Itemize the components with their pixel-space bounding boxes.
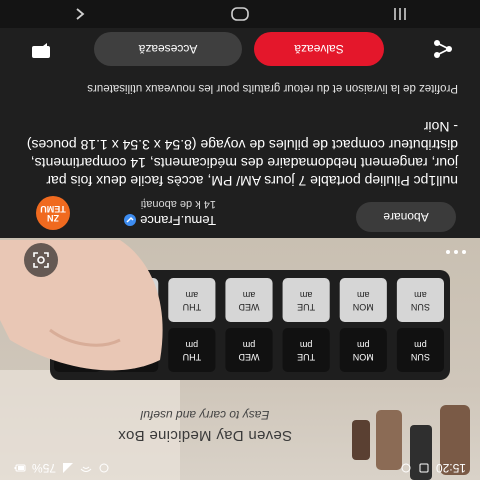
pill-compartment-pm	[225, 328, 273, 372]
clock: 15:20	[435, 461, 466, 475]
comment-icon[interactable]	[30, 40, 52, 62]
recents-button[interactable]	[388, 4, 412, 24]
pill-time-label: am	[414, 290, 427, 300]
alarm-icon	[99, 463, 109, 473]
follower-count: 14 k de abonați	[140, 198, 216, 210]
pill-time-label: pm	[414, 340, 427, 350]
home-button[interactable]	[228, 4, 252, 24]
visit-button[interactable]: Accesează	[94, 32, 242, 66]
verified-icon	[124, 214, 137, 227]
follow-button[interactable]: Abonare	[356, 202, 456, 232]
creator-name-row[interactable]: Temu.France	[76, 213, 216, 228]
wifi-icon	[80, 466, 92, 472]
pill-compartment-am	[282, 278, 330, 322]
lens-icon	[33, 252, 49, 268]
share-icon[interactable]	[432, 38, 454, 60]
battery-icon	[14, 464, 26, 472]
dot-icon	[462, 250, 466, 254]
image-title: Seven Day Medicine Box	[117, 427, 293, 444]
pin-description: null1pc Piluliер portable 7 jours AM/ PM…	[26, 119, 458, 189]
creator-avatar[interactable]: ZN TEMU	[36, 196, 70, 230]
recents-icon	[394, 8, 406, 20]
notification-icon	[401, 463, 411, 473]
pill-time-label: pm	[357, 340, 370, 350]
pill-day-label: TUE	[297, 352, 315, 362]
more-options-button[interactable]	[436, 244, 466, 260]
action-bar: Accesează Salvează	[0, 28, 480, 70]
home-icon	[231, 7, 249, 21]
promo-text: Profitez de la livraison et du retour gr…	[87, 82, 458, 94]
pill-day-label: MON	[353, 352, 374, 362]
pill-time-label: am	[357, 290, 370, 300]
notification-icon	[419, 463, 429, 473]
pill-day-label: WED	[238, 302, 259, 312]
pill-compartment-pm	[396, 328, 444, 372]
pill-time-label: am	[300, 290, 313, 300]
pill-day-label: THU	[183, 352, 202, 362]
pill-compartment-am	[339, 278, 387, 322]
pill-compartment-pm	[339, 328, 387, 372]
signal-icon	[63, 463, 74, 473]
pill-time-label: pm	[243, 340, 256, 350]
pill-day-label: SUN	[411, 352, 430, 362]
status-bar: 15:20 75%	[0, 456, 480, 480]
screen: Seven Day Medicine Box Easy to carry and…	[0, 0, 480, 480]
dot-icon	[454, 250, 458, 254]
product-image[interactable]: Seven Day Medicine Box Easy to carry and…	[0, 238, 480, 480]
pill-time-label: am	[243, 290, 256, 300]
dot-icon	[446, 250, 450, 254]
pill-time-label: am	[186, 290, 199, 300]
pill-time-label: pm	[300, 340, 313, 350]
pill-day-label: SUN	[411, 302, 430, 312]
pill-day-label: THU	[183, 302, 202, 312]
pill-time-label: pm	[186, 340, 199, 350]
creator-row: ZN TEMU Temu.France 14 k de abonați Abona…	[0, 194, 480, 238]
visual-search-button[interactable]	[24, 243, 58, 277]
creator-name[interactable]: Temu.France	[140, 213, 216, 228]
pill-day-label: TUE	[297, 302, 315, 312]
pill-day-label: MON	[353, 302, 374, 312]
system-nav-bar	[0, 0, 480, 28]
pill-compartment-am	[396, 278, 444, 322]
battery-level: 75%	[32, 461, 57, 475]
save-button[interactable]: Salvează	[254, 32, 384, 66]
pill-compartment-am	[225, 278, 273, 322]
pill-compartment-pm	[282, 328, 330, 372]
back-button[interactable]	[68, 4, 92, 24]
image-subtitle: Easy to carry and useful	[140, 408, 270, 422]
back-icon	[76, 8, 85, 20]
pill-day-label: WED	[238, 352, 259, 362]
